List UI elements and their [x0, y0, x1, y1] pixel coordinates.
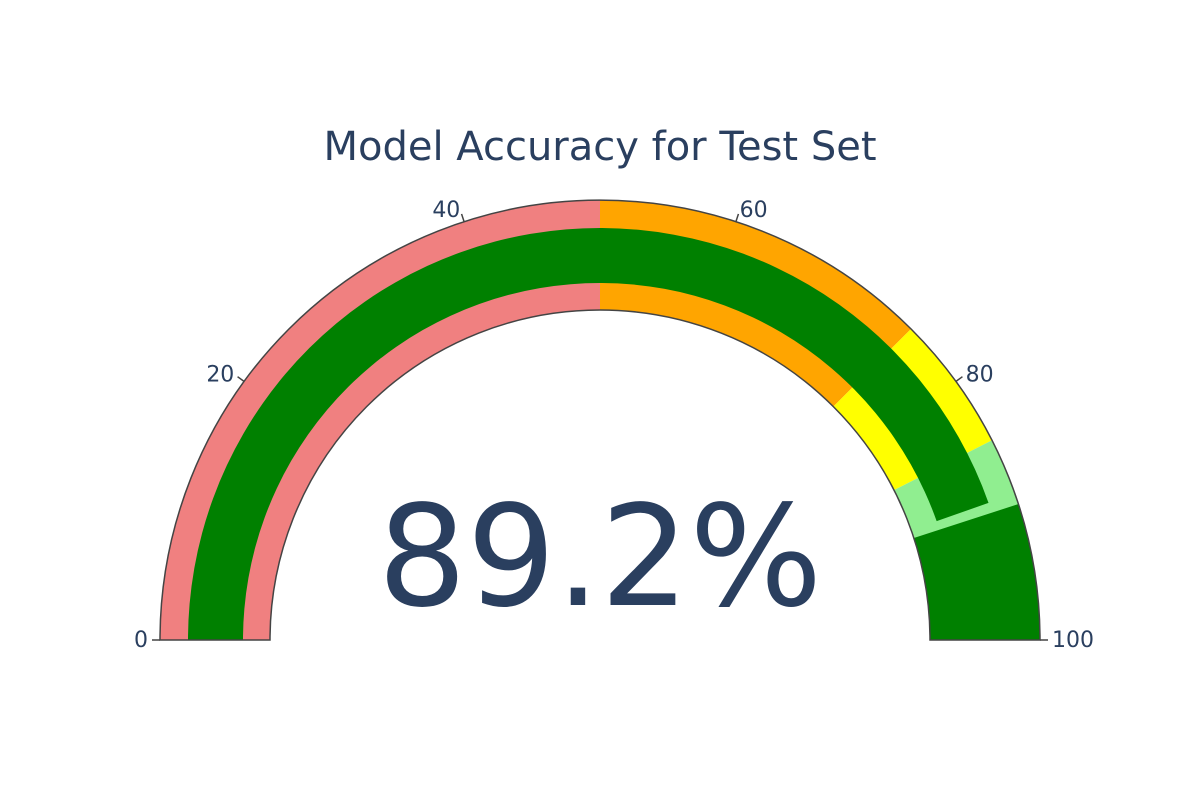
gauge-chart: 0 20 40 60 80 100	[134, 198, 1094, 653]
gauge-value-suffix: %	[689, 476, 823, 639]
gauge-tick-20	[237, 376, 245, 382]
gauge-tick-label-60: 60	[740, 198, 768, 223]
gauge-tick-label-0: 0	[134, 628, 148, 653]
gauge-tick-label-40: 40	[432, 198, 460, 223]
gauge-tick-label-80: 80	[966, 362, 994, 387]
gauge-value-readout: 89.2%	[0, 488, 1200, 628]
gauge-tick-60	[735, 213, 740, 222]
gauge-value-number: 89.2	[377, 476, 690, 639]
gauge-tick-label-20: 20	[206, 362, 234, 387]
gauge-tick-label-100: 100	[1052, 628, 1094, 653]
gauge-tick-40	[460, 213, 465, 222]
gauge-tick-80	[955, 376, 963, 382]
